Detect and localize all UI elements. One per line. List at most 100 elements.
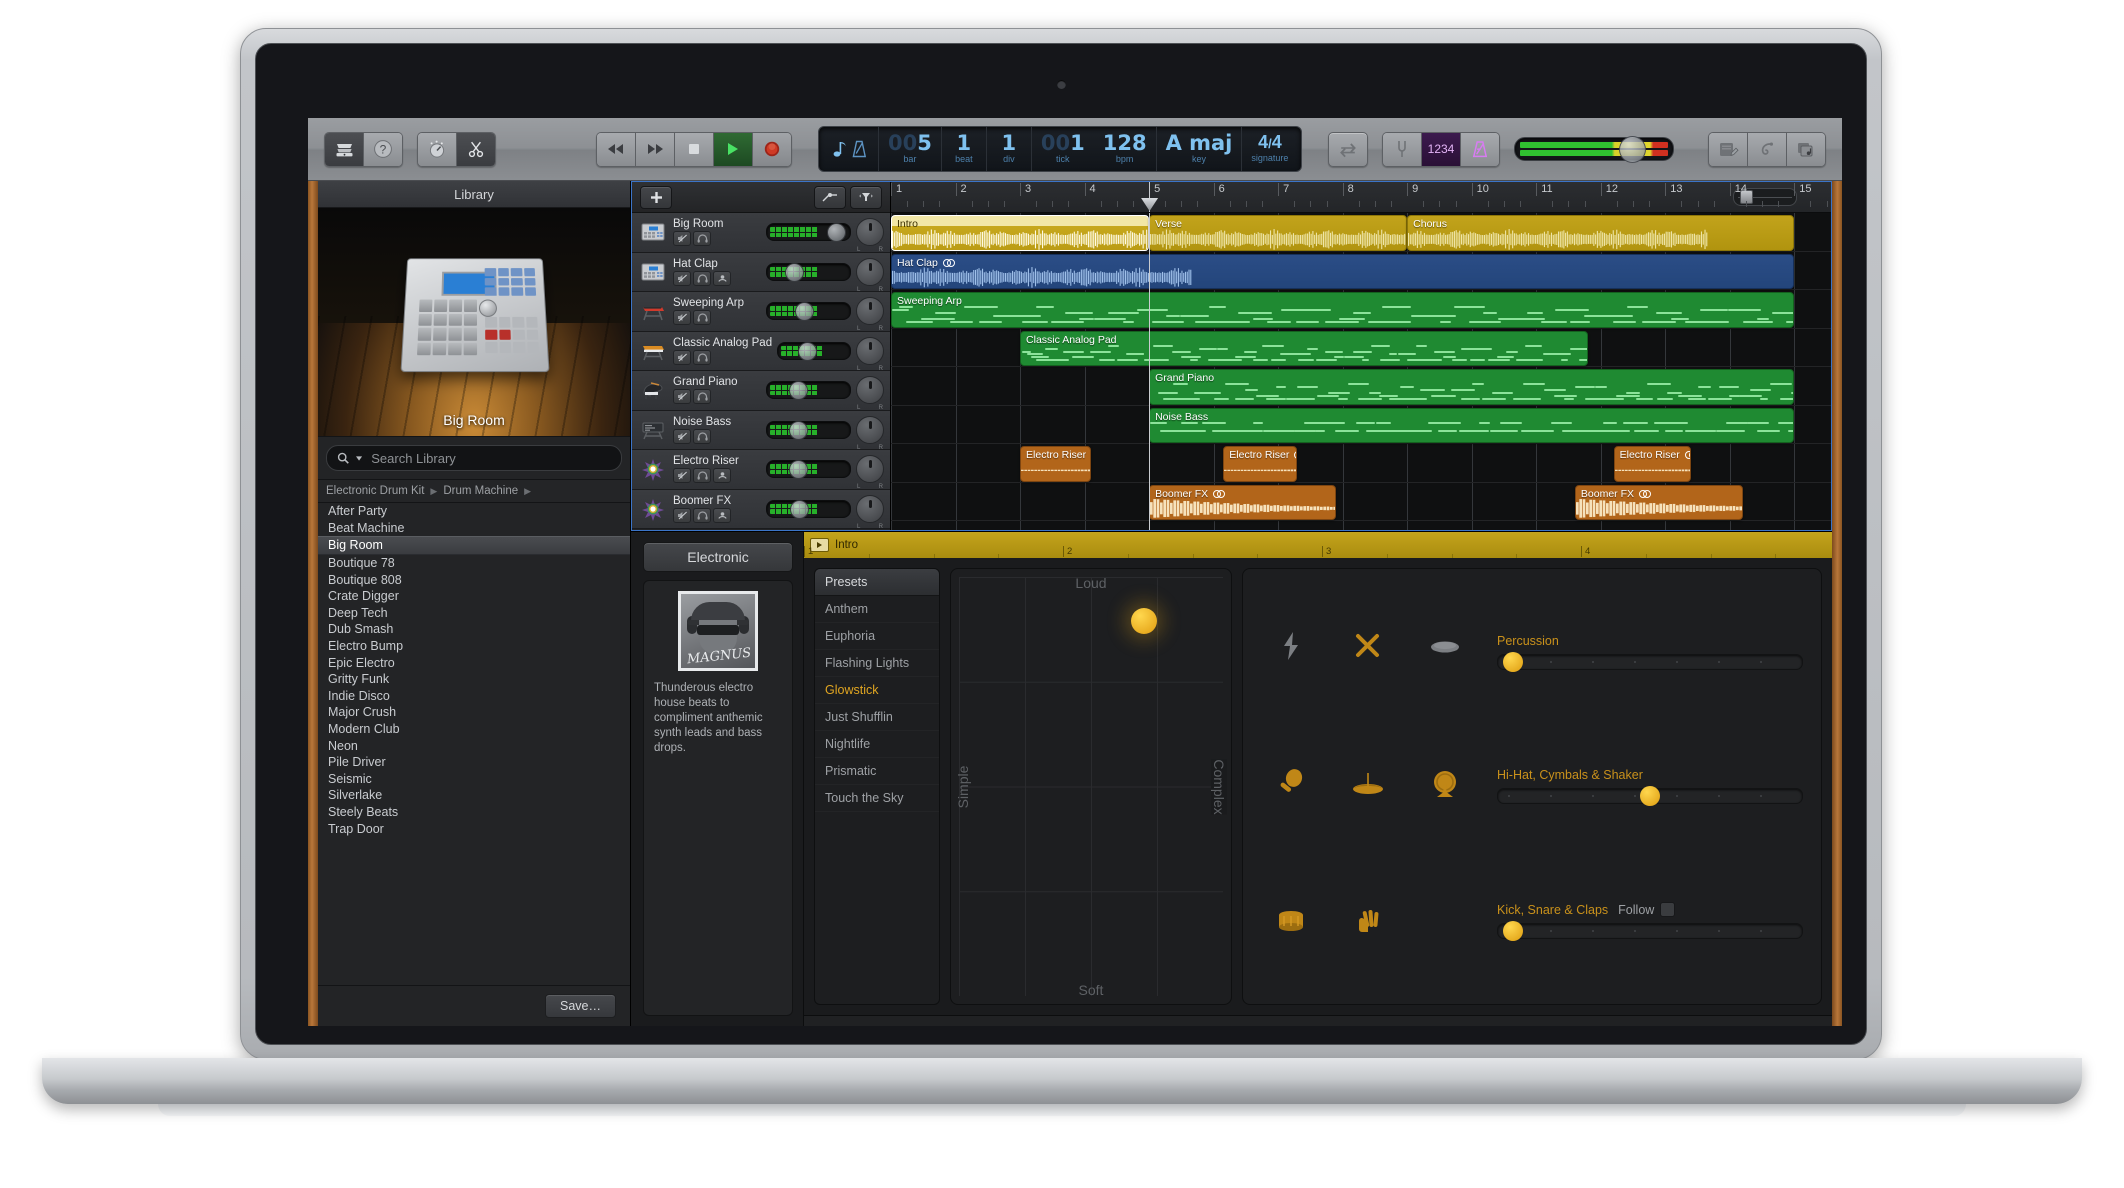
track-volume-slider[interactable] [766, 381, 851, 401]
library-item[interactable]: Neon [318, 737, 630, 754]
library-item[interactable]: Epic Electro [318, 654, 630, 671]
timeline-region[interactable]: Sweeping Arp [891, 292, 1795, 328]
timeline-region[interactable]: Grand Piano [1149, 369, 1795, 405]
timeline-region[interactable]: Chorus [1407, 215, 1795, 251]
preset-item[interactable]: Touch the Sky [815, 785, 939, 812]
track-volume-slider[interactable] [766, 223, 851, 243]
track-volume-slider[interactable] [766, 460, 851, 480]
mute-button[interactable] [673, 231, 691, 247]
search-input[interactable] [369, 449, 612, 467]
lcd-key[interactable]: A maj key [1157, 127, 1243, 171]
track-volume-knob[interactable] [789, 420, 809, 440]
kit-icon-lightning-bolt[interactable] [1274, 629, 1308, 668]
solo-button[interactable] [693, 349, 711, 365]
track-header[interactable]: Classic Analog Pad LR [632, 331, 890, 372]
lcd-position-group[interactable]: 005 bar 1 beat 1 div 001 tick [879, 127, 1094, 171]
count-in-button[interactable]: 1234 [1422, 132, 1462, 166]
lcd-signature[interactable]: 4/4 signature [1242, 127, 1297, 171]
preset-item[interactable]: Just Shufflin [815, 704, 939, 731]
track-header[interactable]: Noise Bass LR [632, 410, 890, 451]
track-volume-knob[interactable] [826, 223, 846, 243]
kit-slider-track[interactable] [1497, 921, 1803, 941]
track-volume-slider[interactable] [777, 341, 851, 361]
record-enable-button[interactable] [713, 507, 731, 523]
drummer-xy-pad[interactable]: Loud Soft Simple Complex [950, 568, 1232, 1005]
lcd-tempo[interactable]: 128 bpm [1094, 127, 1157, 171]
timeline-region[interactable]: Electro Riser [1223, 446, 1298, 482]
library-item[interactable]: Trap Door [318, 820, 630, 837]
playhead[interactable] [1141, 182, 1159, 212]
search-field[interactable] [326, 445, 622, 471]
library-item[interactable]: Boutique 808 [318, 571, 630, 588]
follow-control[interactable]: Follow [1618, 902, 1676, 917]
kit-icon-kick-drum[interactable] [1428, 767, 1462, 806]
track-volume-knob[interactable] [795, 302, 815, 322]
track-header[interactable]: Big Room LR [632, 213, 890, 253]
genre-button[interactable]: Electronic [643, 542, 793, 572]
metronome-button[interactable] [1461, 132, 1500, 166]
library-item[interactable]: Boutique 78 [318, 555, 630, 572]
save-button[interactable]: Save… [545, 994, 616, 1018]
track-pan-knob[interactable]: LR [856, 297, 884, 332]
breadcrumb-item-0[interactable]: Electronic Drum Kit [326, 485, 424, 497]
stop-button[interactable] [675, 132, 714, 166]
kit-slider-knob[interactable] [1639, 786, 1660, 806]
track-pan-knob[interactable]: LR [856, 415, 884, 451]
kit-icon-snare-drum[interactable] [1274, 905, 1308, 944]
kit-slider-knob[interactable] [1503, 652, 1524, 672]
preset-item[interactable]: Anthem [815, 596, 939, 623]
tuner-button[interactable] [1383, 132, 1423, 166]
scissors-button[interactable] [457, 132, 495, 166]
timeline-region[interactable]: Boomer FX [1574, 484, 1743, 520]
solo-button[interactable] [693, 270, 711, 286]
lcd-bar[interactable]: 005 bar [879, 127, 942, 171]
mute-button[interactable] [673, 270, 691, 286]
timeline-region[interactable]: Electro Riser [1613, 446, 1692, 482]
editor-ruler[interactable]: 1 2 3 4 [804, 545, 1832, 558]
preset-item[interactable]: Euphoria [815, 623, 939, 650]
solo-button[interactable] [693, 468, 711, 484]
library-item[interactable]: Indie Disco [318, 688, 630, 705]
kit-slider-knob[interactable] [1503, 921, 1524, 941]
solo-button[interactable] [693, 507, 711, 523]
fast-forward-button[interactable] [636, 132, 675, 166]
record-enable-button[interactable] [713, 468, 731, 484]
timeline-region[interactable]: Intro [891, 215, 1150, 251]
kit-icon-cymbal[interactable] [1351, 767, 1385, 806]
help-button[interactable]: ? [364, 132, 402, 166]
kit-icon-maraca[interactable] [1274, 767, 1308, 806]
library-item[interactable]: Steely Beats [318, 804, 630, 821]
track-pan-knob[interactable]: LR [856, 336, 884, 372]
preset-item[interactable]: Prismatic [815, 758, 939, 785]
timeline-region[interactable]: Verse [1149, 215, 1408, 251]
track-volume-slider[interactable] [766, 262, 851, 282]
library-item[interactable]: Crate Digger [318, 588, 630, 605]
library-item[interactable]: Modern Club [318, 721, 630, 738]
editor-scrollbar[interactable] [804, 1015, 1832, 1026]
follow-checkbox[interactable] [1660, 902, 1676, 917]
track-header[interactable]: Boomer FX LR [632, 489, 890, 530]
mute-button[interactable] [673, 468, 691, 484]
mute-button[interactable] [673, 310, 691, 326]
track-volume-slider[interactable] [766, 302, 851, 322]
track-header[interactable]: Grand Piano LR [632, 371, 890, 411]
record-enable-button[interactable] [713, 270, 731, 286]
flex-button[interactable] [850, 185, 882, 209]
library-list[interactable]: After Party Beat Machine Big Room Boutique … [318, 503, 630, 985]
add-track-button[interactable] [640, 185, 672, 209]
mute-button[interactable] [673, 507, 691, 523]
automation-button[interactable] [814, 185, 846, 209]
timeline-region[interactable]: Hat Clap [891, 253, 1795, 289]
track-volume-slider[interactable] [766, 420, 851, 440]
library-item[interactable]: Deep Tech [318, 605, 630, 622]
library-item[interactable]: Major Crush [318, 704, 630, 721]
track-header[interactable]: Electro Riser LR [632, 450, 890, 490]
library-item[interactable]: Gritty Funk [318, 671, 630, 688]
lcd-beat[interactable]: 1 beat [942, 127, 987, 171]
mute-button[interactable] [673, 428, 691, 444]
play-button[interactable] [714, 132, 753, 166]
notepad-button[interactable] [1709, 132, 1748, 166]
library-item[interactable]: Dub Smash [318, 621, 630, 638]
cycle-button[interactable] [1328, 131, 1369, 167]
preset-item[interactable]: Flashing Lights [815, 650, 939, 677]
